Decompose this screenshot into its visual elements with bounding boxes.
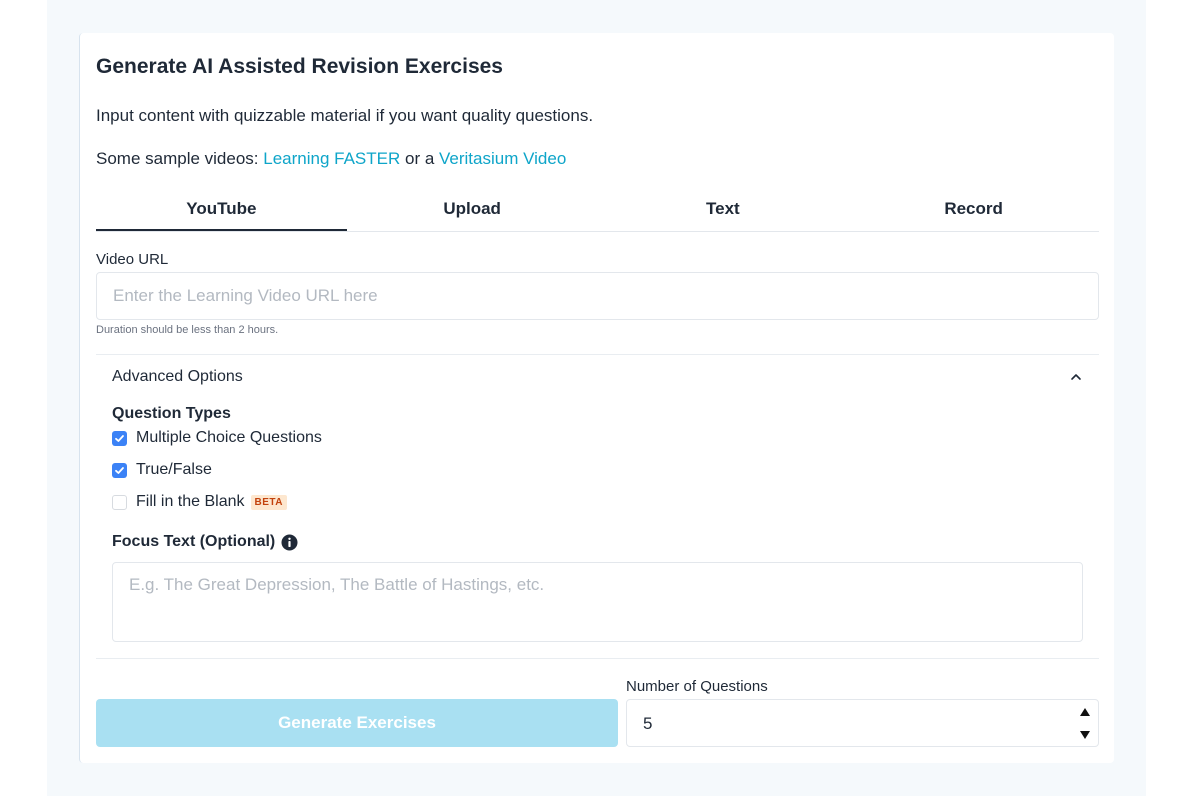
sample-link-learning-faster[interactable]: Learning FASTER — [263, 149, 400, 168]
chevron-up-icon — [1071, 374, 1081, 380]
samples-prefix: Some sample videos: — [96, 149, 264, 168]
checkbox-multiple-choice[interactable]: Multiple Choice Questions — [112, 429, 322, 447]
exercise-generator-card: Generate AI Assisted Revision Exercises … — [79, 33, 1114, 763]
check-icon — [115, 434, 124, 442]
triangle-up-icon — [1080, 707, 1090, 716]
divider — [96, 354, 1099, 355]
checkbox-label: Fill in the Blank — [136, 493, 245, 510]
info-icon[interactable] — [281, 534, 298, 551]
focus-text-title: Focus Text (Optional) — [112, 533, 298, 551]
intro-text: Input content with quizzable material if… — [96, 106, 594, 125]
triangle-down-icon — [1080, 730, 1090, 739]
advanced-options-label: Advanced Options — [112, 368, 243, 385]
tab-upload[interactable]: Upload — [347, 193, 598, 231]
number-of-questions-input[interactable]: 5 — [626, 699, 1099, 747]
tab-youtube[interactable]: YouTube — [96, 193, 347, 231]
check-icon — [115, 466, 124, 474]
focus-text-label: Focus Text (Optional) — [112, 533, 276, 550]
question-types-title: Question Types — [112, 405, 231, 422]
sample-videos-text: Some sample videos: Learning FASTER or a… — [96, 149, 566, 169]
video-url-input[interactable] — [96, 272, 1099, 320]
checkbox-true-false[interactable]: True/False — [112, 461, 212, 479]
checkbox-label: True/False — [136, 461, 212, 478]
divider — [96, 658, 1099, 659]
checkbox-checked[interactable] — [112, 430, 127, 446]
generate-exercises-button[interactable]: Generate Exercises — [96, 699, 618, 747]
advanced-options-toggle[interactable]: Advanced Options — [112, 365, 1083, 389]
tab-text[interactable]: Text — [598, 193, 849, 231]
checkbox-checked[interactable] — [112, 462, 127, 478]
checkbox-unchecked[interactable] — [112, 494, 127, 510]
number-of-questions-value: 5 — [643, 714, 653, 733]
checkbox-label: Multiple Choice Questions — [136, 429, 322, 446]
video-url-label: Video URL — [96, 251, 169, 268]
quantity-stepper — [1072, 700, 1098, 746]
number-of-questions-label: Number of Questions — [626, 678, 768, 695]
checkbox-fill-in-the-blank[interactable]: Fill in the Blank BETA — [112, 493, 287, 511]
focus-text-input[interactable] — [112, 562, 1083, 642]
tab-record[interactable]: Record — [848, 193, 1099, 231]
beta-badge: BETA — [250, 494, 287, 510]
increment-button[interactable] — [1072, 700, 1098, 723]
samples-joiner: or a — [400, 149, 440, 168]
decrement-button[interactable] — [1072, 723, 1098, 746]
page-title: Generate AI Assisted Revision Exercises — [96, 55, 503, 78]
source-tabs: YouTube Upload Text Record — [96, 193, 1099, 232]
sample-link-veritasium[interactable]: Veritasium Video — [439, 149, 566, 168]
duration-hint: Duration should be less than 2 hours. — [96, 324, 279, 336]
